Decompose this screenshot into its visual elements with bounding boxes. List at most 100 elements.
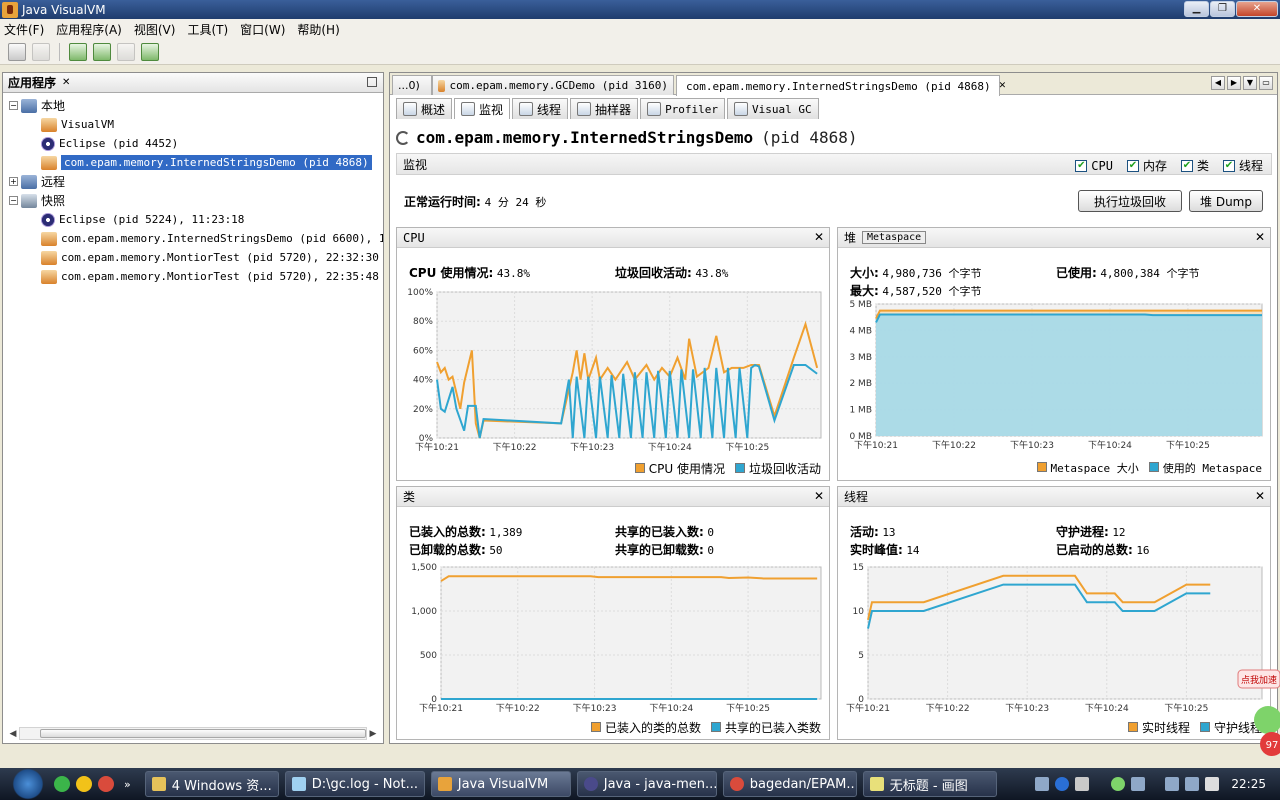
close-panel-icon[interactable]: ✕ [814,230,824,244]
perform-gc-button[interactable]: 执行垃圾回收 [1078,190,1182,212]
checkbox-label: CPU [1091,158,1113,173]
collapse-icon[interactable]: − [9,101,18,110]
tab-metaspace[interactable]: Metaspace [862,231,927,244]
add-remote-host-icon[interactable] [93,42,111,61]
tab-threads[interactable]: 线程 [512,98,569,119]
minimize-button[interactable]: ▁ [1184,1,1209,17]
y-tick-label: 1 MB [849,406,872,416]
taskbar-chrome[interactable]: bagedan/EPAM... [722,771,857,797]
used-label: 已使用: [1056,266,1097,280]
tab-next-icon[interactable]: ▶ [1227,76,1241,90]
classes-checkbox[interactable]: ✔ 类 [1180,157,1209,174]
scroll-right-icon[interactable]: ▶ [367,729,379,739]
tree-node[interactable]: Eclipse (pid 5224), 11:23:18 [41,211,244,228]
cpu-checkbox[interactable]: ✔ CPU [1075,157,1113,174]
tray-app-icon[interactable] [1111,777,1126,791]
y-tick-label: 15 [853,563,864,573]
quicklaunch-360-icon[interactable] [54,776,70,792]
x-tick-label: 下午10:22 [496,702,540,714]
cpu-usage-value: 43.8% [496,267,530,280]
tree-node[interactable]: VisualVM [41,116,114,133]
tab-overview[interactable]: 概述 [396,98,453,119]
close-panel-icon[interactable]: ✕ [814,489,824,503]
close-tab-icon[interactable]: ✕ [999,81,1007,91]
volume-icon[interactable] [1205,777,1220,791]
close-panel-icon[interactable]: ✕ [62,77,70,88]
uptime: 正常运行时间: 4 分 24 秒 [404,193,546,210]
tree-node[interactable]: − 本地 [9,97,65,114]
started-label: 已启动的总数: [1056,543,1133,557]
tree-node[interactable]: com.epam.memory.InternedStringsDemo (pid… [41,230,383,247]
folder-icon [151,777,166,791]
tray-icon[interactable] [1185,777,1200,791]
x-tick-label: 下午10:22 [926,702,970,714]
horizontal-scrollbar[interactable]: ◀ ▶ [7,726,379,741]
scrollbar-thumb[interactable] [40,729,366,738]
cpu-panel-title: CPU [403,230,425,245]
tree-node[interactable]: Eclipse (pid 4452) [41,135,178,152]
menu-window[interactable]: 窗口(W) [240,21,285,38]
tab-prev-icon[interactable]: ◀ [1211,76,1225,90]
x-tick-label: 下午10:23 [570,441,614,453]
close-panel-icon[interactable]: ✕ [1255,230,1265,244]
quicklaunch-browser-icon[interactable] [76,776,92,792]
tree-node[interactable]: + 远程 [9,173,65,190]
menu-application[interactable]: 应用程序(A) [56,21,122,38]
tab-profiler[interactable]: Profiler [640,98,726,119]
tab-sampler[interactable]: 抽样器 [570,98,639,119]
close-panel-icon[interactable]: ✕ [1255,489,1265,503]
tree-node[interactable]: − 快照 [9,192,65,209]
java-app-icon [41,117,57,132]
add-core-dump-icon[interactable] [117,42,135,61]
collapse-icon[interactable]: − [9,196,18,205]
heap-dump-button[interactable]: 堆 Dump [1189,190,1263,212]
maximize-tab-icon[interactable]: ▭ [1259,76,1273,90]
save-icon[interactable] [32,42,50,61]
help-icon[interactable] [1055,777,1070,791]
add-snapshot-icon[interactable] [141,42,159,61]
doc-tab-truncated[interactable]: ...0) [392,75,432,95]
menu-help[interactable]: 帮助(H) [297,21,339,38]
max-value: 4,587,520 个字节 [882,285,982,298]
network-icon[interactable] [1075,777,1090,791]
tab-label: Visual GC [752,102,812,116]
memory-checkbox[interactable]: ✔ 内存 [1126,157,1167,174]
maximize-button[interactable]: ❐ [1210,1,1235,17]
threads-checkbox[interactable]: ✔ 线程 [1222,157,1263,174]
menu-file[interactable]: 文件(F) [4,21,44,38]
close-button[interactable]: ✕ [1236,1,1278,17]
tree-node[interactable]: com.epam.memory.MontiorTest (pid 5720), … [41,268,379,285]
scroll-left-icon[interactable]: ◀ [7,729,19,739]
speedup-widget[interactable]: 点我加速 97 [1234,668,1280,758]
minimize-panel-icon[interactable] [367,77,377,87]
tray-icon[interactable] [1165,777,1180,791]
tab-list-icon[interactable]: ▼ [1243,76,1257,90]
taskbar-notepad[interactable]: D:\gc.log - Not... [284,771,425,797]
started-value: 16 [1136,544,1150,557]
taskbar-paint[interactable]: 无标题 - 画图 [862,771,997,797]
taskbar-eclipse[interactable]: Java - java-men... [576,771,717,797]
taskbar-explorer[interactable]: 4 Windows 资... [144,771,279,797]
quicklaunch-chrome-icon[interactable] [98,776,114,792]
menu-tools[interactable]: 工具(T) [187,21,228,38]
add-jmx-connection-icon[interactable] [69,42,87,61]
x-tick-label: 下午10:25 [1164,702,1208,714]
keyboard-icon[interactable] [1035,777,1050,791]
monitor-tray-icon[interactable] [1131,777,1146,791]
taskbar-visualvm[interactable]: Java VisualVM [430,771,571,797]
tab-monitor[interactable]: 监视 [454,98,511,119]
doc-tab-internedstrings[interactable]: com.epam.memory.InternedStringsDemo (pid… [676,75,1006,96]
doc-tab-gcdemo[interactable]: com.epam.memory.GCDemo (pid 3160) [432,75,674,95]
legend-label: Metaspace 大小 [1050,462,1139,475]
expand-icon[interactable]: + [9,177,18,186]
legend-label: 实时线程 [1141,721,1190,735]
tree-node[interactable]: com.epam.memory.InternedStringsDemo (pid… [41,154,372,171]
tab-label: 线程 [537,102,562,117]
more-icon[interactable]: » [124,778,131,791]
tab-visual-gc[interactable]: Visual GC [727,98,819,119]
menu-view[interactable]: 视图(V) [134,21,176,38]
tree-node[interactable]: com.epam.memory.MontiorTest (pid 5720), … [41,249,379,266]
start-button[interactable] [8,768,48,800]
tab-heap[interactable]: 堆 [844,229,856,246]
load-snapshot-icon[interactable] [8,42,26,61]
